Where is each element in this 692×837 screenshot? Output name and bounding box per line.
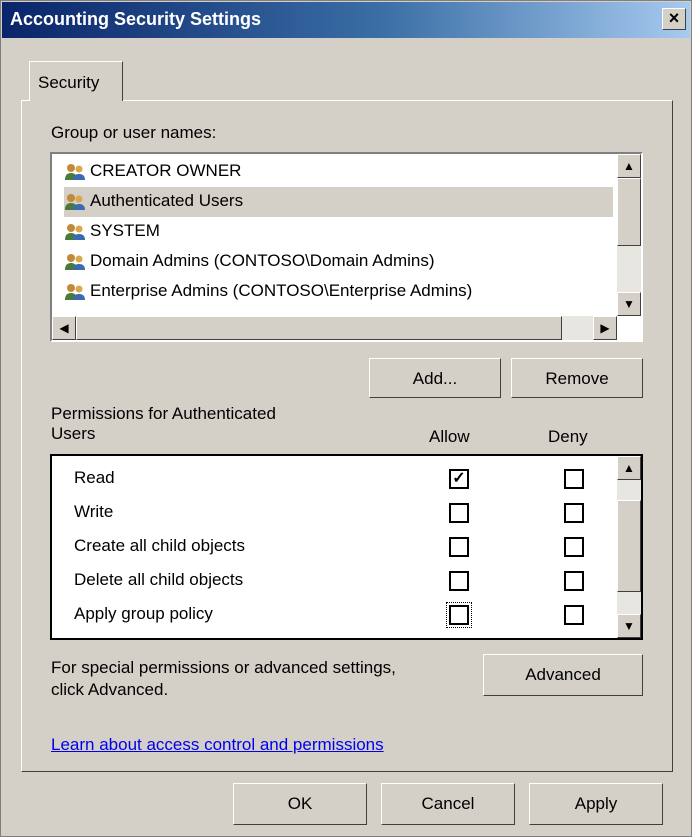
deny-checkbox[interactable] [564,537,584,557]
allow-checkbox[interactable] [449,537,469,557]
scroll-thumb[interactable] [617,178,641,246]
group-users-icon [64,253,85,271]
tab-security-label: Security [38,73,100,92]
permission-name: Create all child objects [74,536,246,555]
close-icon: × [668,8,680,28]
hscroll-thumb[interactable] [76,316,562,340]
perm-scroll-down-button[interactable]: ▼ [617,614,641,638]
group-users-icon [64,223,85,241]
group-names-label: Group or user names: [51,123,217,142]
tab-security[interactable]: Security [29,61,123,101]
list-item[interactable]: CREATOR OWNER [64,157,613,187]
checkmark-icon: ✓ [452,470,466,487]
list-item-label: Domain Admins (CONTOSO\Domain Admins) [90,251,435,270]
deny-checkbox[interactable] [564,605,584,625]
scroll-right-button[interactable]: ▶ [593,316,617,340]
deny-checkbox[interactable] [564,503,584,523]
security-dialog: Accounting Security Settings × Security … [0,0,692,837]
group-list-vscrollbar[interactable]: ▲ ▼ [617,154,641,316]
scroll-left-icon: ◀ [59,321,69,335]
group-users-icon [64,163,85,181]
scroll-right-icon: ▶ [600,321,610,335]
allow-column-header: Allow [429,427,470,446]
list-item[interactable]: Domain Admins (CONTOSO\Domain Admins) [64,247,613,277]
scroll-up-icon: ▲ [623,159,635,173]
allow-checkbox[interactable] [449,571,469,591]
scroll-up-icon: ▲ [623,461,635,475]
apply-button[interactable]: Apply [529,783,663,825]
permission-name: Write [74,502,114,521]
list-item-label: Authenticated Users [90,191,244,210]
group-users-icon [64,283,85,301]
scroll-left-button[interactable]: ◀ [52,316,76,340]
title-bar[interactable]: Accounting Security Settings × [2,2,690,38]
list-item[interactable]: Enterprise Admins (CONTOSO\Enterprise Ad… [64,277,613,307]
window-title: Accounting Security Settings [10,9,262,29]
deny-column-header: Deny [548,427,588,446]
allow-checkbox[interactable] [446,602,472,628]
learn-more-link[interactable]: Learn about access control and permissio… [51,735,384,755]
group-list-hscrollbar[interactable]: ◀ ▶ [52,316,617,340]
list-item[interactable]: SYSTEM [64,217,613,247]
list-item-label: CREATOR OWNER [90,161,242,180]
list-item-label: SYSTEM [90,221,160,240]
deny-checkbox[interactable] [564,469,584,489]
advanced-note: For special permissions or advanced sett… [51,658,396,699]
allow-checkbox[interactable]: ✓ [449,469,469,489]
scroll-up-button[interactable]: ▲ [617,154,641,178]
list-item-label: Enterprise Admins (CONTOSO\Enterprise Ad… [90,281,473,300]
deny-checkbox[interactable] [564,571,584,591]
permission-name: Read [74,468,115,487]
permission-name: Delete all child objects [74,570,244,589]
advanced-button[interactable]: Advanced [483,654,643,696]
scroll-down-icon: ▼ [623,619,635,633]
allow-checkbox[interactable] [449,503,469,523]
perm-scroll-thumb[interactable] [617,500,641,592]
permission-name: Apply group policy [74,604,213,623]
scroll-down-icon: ▼ [623,297,635,311]
perm-scroll-up-button[interactable]: ▲ [617,456,641,480]
list-item[interactable]: Authenticated Users [64,187,613,217]
scroll-down-button[interactable]: ▼ [617,292,641,316]
cancel-button[interactable]: Cancel [381,783,515,825]
add-button[interactable]: Add... [369,358,501,398]
permissions-list[interactable]: Read ✓ Write Create all child objects Delete… [50,454,643,640]
close-button[interactable]: × [662,8,686,30]
group-user-listbox[interactable]: CREATOR OWNER Authenticated Users SYSTEM Do… [50,152,643,342]
group-users-icon [64,193,85,211]
permissions-vscrollbar[interactable]: ▲ ▼ [617,456,641,638]
remove-button[interactable]: Remove [511,358,643,398]
permissions-label: Permissions for Authenticated Users [51,404,276,443]
ok-button[interactable]: OK [233,783,367,825]
